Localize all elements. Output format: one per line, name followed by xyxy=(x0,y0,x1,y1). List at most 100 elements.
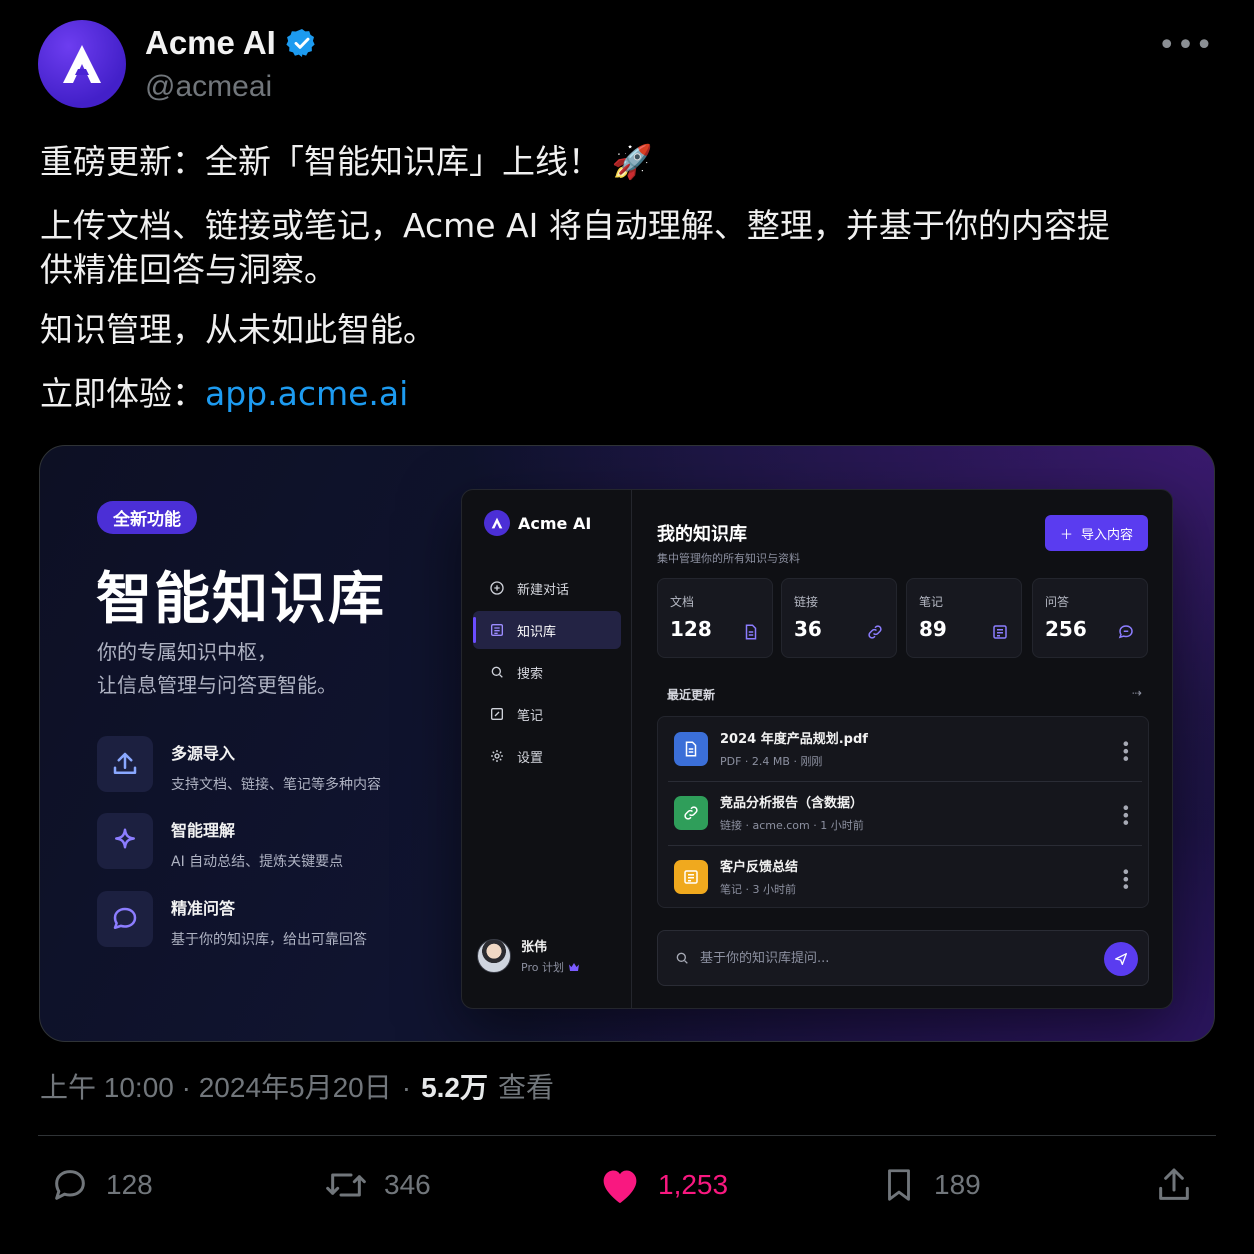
nav-item-notes[interactable]: 笔记 xyxy=(473,695,621,733)
ask-input[interactable] xyxy=(700,950,1080,966)
stat-card-documents[interactable]: 文档 128 xyxy=(657,578,773,658)
retweet-icon xyxy=(326,1173,366,1197)
more-options-icon[interactable]: ••• xyxy=(1116,803,1135,825)
bookmark-count: 189 xyxy=(934,1169,981,1200)
tweet-line-1: 重磅更新：全新「智能知识库」上线！ 🚀 xyxy=(40,142,653,181)
nav-item-settings[interactable]: 设置 xyxy=(473,737,621,775)
page-subtitle: 集中管理你的所有知识与资料 xyxy=(657,552,800,565)
app-window: Acme AI 新建对话 知识库 搜索 笔记 设置 张伟 Pro 计划 我的知识… xyxy=(461,489,1173,1009)
share-icon xyxy=(1159,1168,1189,1200)
link-icon xyxy=(868,625,882,639)
search-icon xyxy=(491,666,503,678)
reply-icon xyxy=(55,1170,85,1200)
user-name: 张伟 xyxy=(521,940,548,955)
stat-value: 89 xyxy=(919,617,947,641)
list-item[interactable]: 客户反馈总结 笔记 · 3 小时前 ••• xyxy=(658,845,1148,908)
retweet-count: 346 xyxy=(384,1169,431,1200)
feature-desc: 支持文档、链接、笔记等多种内容 xyxy=(171,777,381,793)
link-icon xyxy=(674,795,708,830)
stat-label: 文档 xyxy=(670,595,695,609)
reply-count: 128 xyxy=(106,1169,153,1200)
promo-subtitle: 你的专属知识中枢， 让信息管理与问答更智能。 xyxy=(97,636,457,702)
author-name[interactable]: Acme AI xyxy=(145,24,318,62)
stat-card-links[interactable]: 链接 36 xyxy=(781,578,897,658)
feature-title: 多源导入 xyxy=(171,744,236,763)
tweet-line-4: 立即体验：app.acme.ai xyxy=(40,372,1220,416)
promo-title: 智能知识库 xyxy=(96,567,386,632)
note-icon xyxy=(674,859,708,894)
item-name: 客户反馈总结 xyxy=(720,860,799,875)
app-logo-text: Acme AI xyxy=(518,513,592,533)
stat-value: 256 xyxy=(1045,617,1087,641)
send-icon xyxy=(1115,953,1127,965)
recent-header: 最近更新 xyxy=(667,688,716,702)
tweet-line-2: 上传文档、链接或笔记，Acme AI 将自动理解、整理，并基于你的内容提供精准回… xyxy=(40,206,1110,289)
nav-item-new-chat[interactable]: 新建对话 xyxy=(473,569,621,607)
acme-logo-icon xyxy=(484,510,510,536)
author-handle[interactable]: @acmeai xyxy=(145,70,272,104)
item-meta: PDF · 2.4 MB · 刚刚 xyxy=(720,755,823,768)
timestamp[interactable]: 上午 10:00 · 2024年5月20日 xyxy=(40,1066,392,1106)
recent-list: 2024 年度产品规划.pdf PDF · 2.4 MB · 刚刚 ••• 竞品… xyxy=(657,716,1149,908)
promo-badge: 全新功能 xyxy=(97,501,197,534)
stat-value: 128 xyxy=(670,617,712,641)
divider xyxy=(38,1135,1216,1136)
stat-value: 36 xyxy=(794,617,822,641)
feature-desc: AI 自动总结、提炼关键要点 xyxy=(171,854,344,870)
tweet-link[interactable]: app.acme.ai xyxy=(205,374,408,413)
nav-item-label: 知识库 xyxy=(517,624,557,640)
edit-icon xyxy=(491,708,503,720)
stat-card-notes[interactable]: 笔记 89 xyxy=(906,578,1022,658)
author-avatar[interactable] xyxy=(38,20,126,108)
send-button[interactable] xyxy=(1104,942,1138,976)
verified-badge-icon xyxy=(286,29,315,57)
nav-item-label: 笔记 xyxy=(517,708,544,724)
tweet-line-3: 知识管理，从未如此智能。 xyxy=(40,310,436,349)
list-item[interactable]: 竞品分析报告（含数据） 链接 · acme.com · 1 小时前 ••• xyxy=(658,781,1148,844)
page-title: 我的知识库 xyxy=(657,524,747,545)
plus-icon: ＋ xyxy=(1059,527,1073,543)
item-meta: 笔记 · 3 小时前 xyxy=(720,883,796,896)
feature-item: 多源导入 支持文档、链接、笔记等多种内容 xyxy=(97,736,381,794)
retweet-button[interactable]: 346 xyxy=(324,1165,431,1205)
stat-card-qa[interactable]: 问答 256 xyxy=(1032,578,1148,658)
nav-item-search[interactable]: 搜索 xyxy=(473,653,621,691)
app-logo: Acme AI xyxy=(484,510,591,536)
nav-item-knowledge-base[interactable]: 知识库 xyxy=(473,611,621,649)
stat-label: 笔记 xyxy=(919,595,944,609)
pin-icon[interactable]: ⇢ xyxy=(1132,686,1142,700)
promo-subtitle-line-1: 你的专属知识中枢， xyxy=(97,640,277,664)
more-options-icon[interactable]: ••• xyxy=(1116,739,1135,761)
more-options-icon[interactable]: ••• xyxy=(1158,28,1214,63)
tweet-meta: 上午 10:00 · 2024年5月20日 · 5.2万 查看 xyxy=(40,1066,554,1106)
more-options-icon[interactable]: ••• xyxy=(1116,867,1135,889)
nav-item-label: 搜索 xyxy=(517,666,544,682)
heart-icon xyxy=(603,1170,637,1204)
reply-button[interactable]: 128 xyxy=(50,1165,153,1205)
user-plan: Pro 计划 xyxy=(521,959,580,975)
import-button[interactable]: ＋ 导入内容 xyxy=(1045,515,1148,551)
feature-desc: 基于你的知识库，给出可靠回答 xyxy=(171,932,367,948)
import-button-label: 导入内容 xyxy=(1081,527,1134,543)
list-item[interactable]: 2024 年度产品规划.pdf PDF · 2.4 MB · 刚刚 ••• xyxy=(658,717,1148,780)
avatar xyxy=(477,938,511,973)
bookmark-button[interactable]: 189 xyxy=(880,1165,981,1205)
author-name-text: Acme AI xyxy=(145,24,276,61)
upload-icon xyxy=(97,736,153,792)
views-label: 查看 xyxy=(498,1072,555,1103)
stat-label: 问答 xyxy=(1045,595,1070,609)
app-sidebar: Acme AI 新建对话 知识库 搜索 笔记 设置 张伟 Pro 计划 xyxy=(462,490,632,1008)
user-plan-label: Pro 计划 xyxy=(521,961,564,974)
share-button[interactable] xyxy=(1152,1165,1196,1205)
item-name: 竞品分析报告（含数据） xyxy=(720,796,864,811)
tweet-media-card[interactable]: 全新功能 智能知识库 你的专属知识中枢， 让信息管理与问答更智能。 多源导入 支… xyxy=(39,445,1215,1042)
tweet-text: 重磅更新：全新「智能知识库」上线！ 🚀 上传文档、链接或笔记，Acme AI 将… xyxy=(40,140,1220,436)
user-profile[interactable]: 张伟 Pro 计划 xyxy=(477,936,580,975)
like-button[interactable]: 1,253 xyxy=(598,1165,728,1205)
feature-title: 精准问答 xyxy=(171,899,236,918)
views-count: 5.2万 xyxy=(421,1072,489,1103)
feature-title: 智能理解 xyxy=(171,821,236,840)
note-icon xyxy=(993,625,1007,639)
like-count: 1,253 xyxy=(658,1169,729,1200)
gear-icon xyxy=(491,750,503,762)
